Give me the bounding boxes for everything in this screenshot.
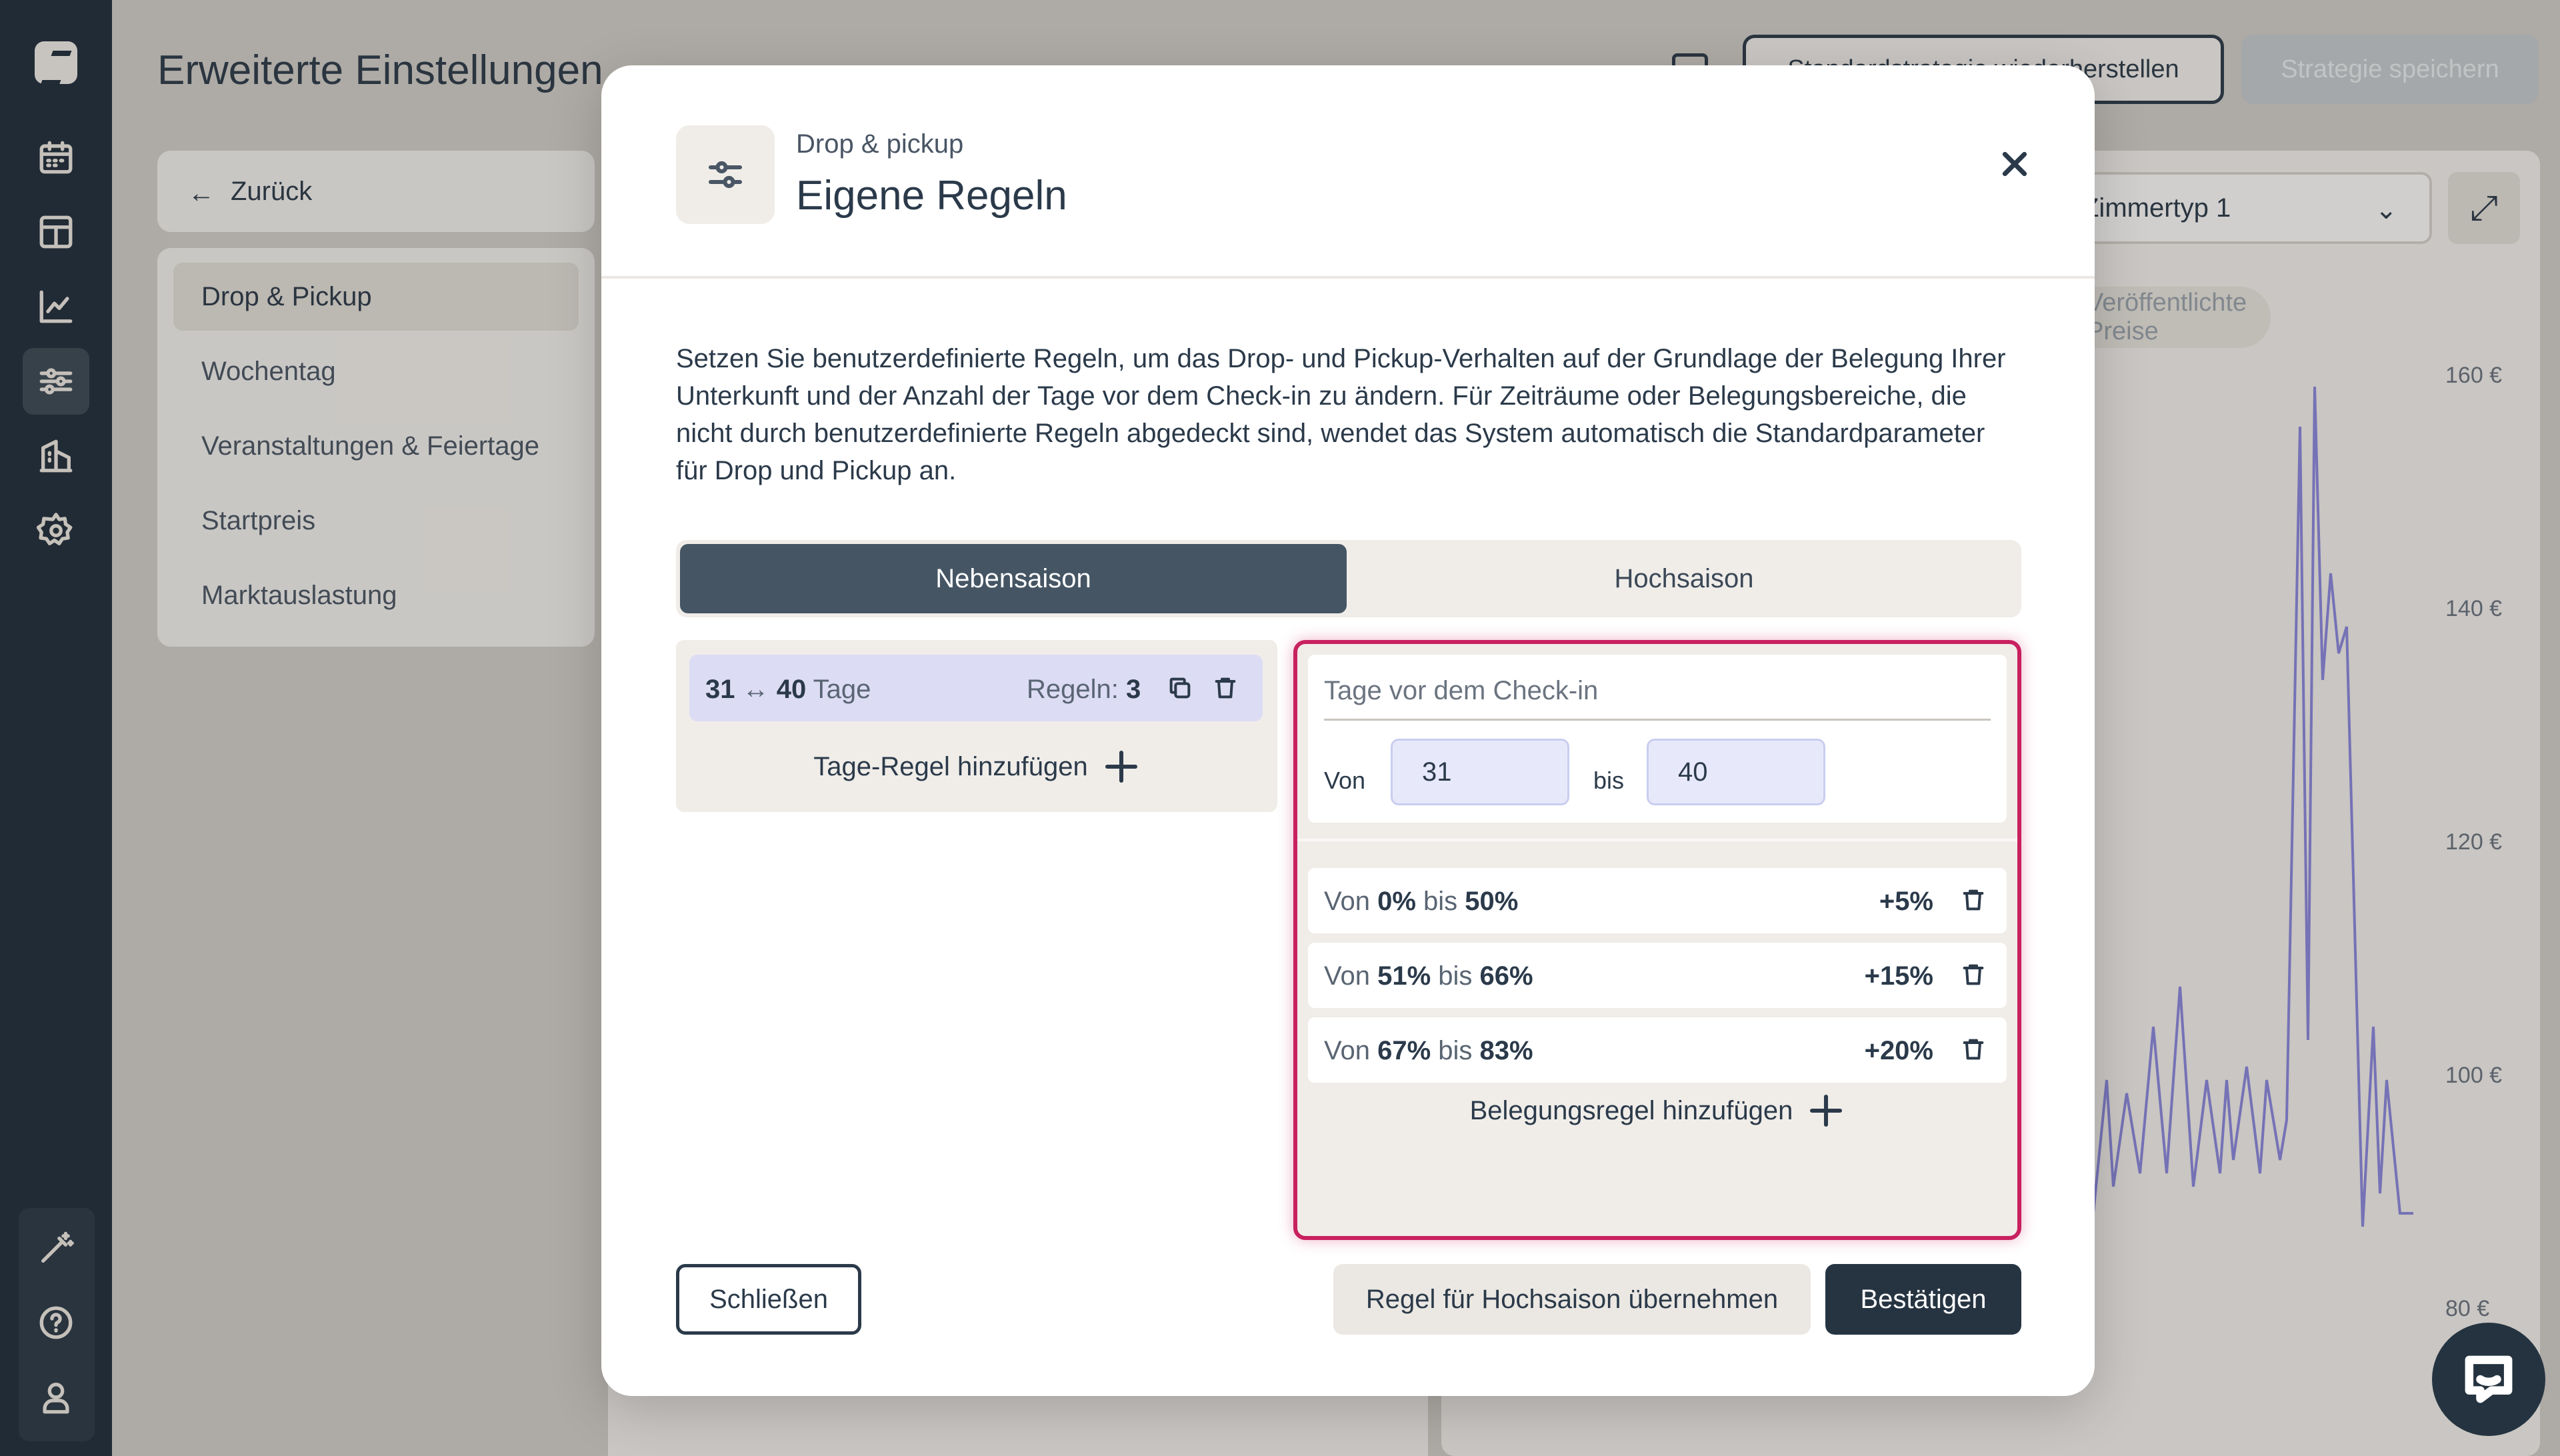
day-rule-from: 31 xyxy=(705,675,735,704)
day-rule-range: 31 ↔ 40 Tage xyxy=(705,675,871,705)
days-before-checkin-box: Tage vor dem Check-in Von 31 bis 40 xyxy=(1308,655,2007,823)
plus-icon xyxy=(1807,1092,1845,1129)
days-to-input[interactable]: 40 xyxy=(1647,739,1825,805)
sliders-icon xyxy=(676,125,775,224)
rules-count: Regeln: 3 xyxy=(1027,675,1141,705)
day-rule-unit: Tage xyxy=(813,675,871,704)
occupancy-rule-row[interactable]: Von 51% bis 66% +15% xyxy=(1308,943,2007,1008)
occupancy-to: 66% xyxy=(1479,961,1533,991)
add-day-rule-label: Tage-Regel hinzufügen xyxy=(813,751,1088,781)
close-icon[interactable] xyxy=(1987,136,2043,192)
occupancy-from: 51% xyxy=(1377,961,1431,991)
occupancy-rule-row[interactable]: Von 0% bis 50% +5% xyxy=(1308,868,2007,933)
tab-off-season[interactable]: Nebensaison xyxy=(680,544,1347,613)
day-rule-to: 40 xyxy=(776,675,807,704)
plus-icon xyxy=(1103,748,1140,785)
occupancy-rule-row[interactable]: Von 67% bis 83% +20% xyxy=(1308,1017,2007,1083)
trash-icon[interactable] xyxy=(1208,671,1243,705)
confirm-button[interactable]: Bestätigen xyxy=(1825,1264,2021,1335)
occupancy-to-label: bis xyxy=(1438,961,1473,991)
occupancy-range: Von 51% bis 66% xyxy=(1324,961,1533,991)
tab-high-season[interactable]: Hochsaison xyxy=(1351,544,2017,613)
add-day-rule-button[interactable]: Tage-Regel hinzufügen xyxy=(676,748,1277,785)
occupancy-from: 67% xyxy=(1377,1036,1431,1065)
add-occupancy-rule-label: Belegungsregel hinzufügen xyxy=(1469,1095,1793,1125)
dialog-title: Eigene Regeln xyxy=(796,173,1067,219)
trash-icon[interactable] xyxy=(1956,1032,1991,1067)
apply-high-season-button[interactable]: Regel für Hochsaison übernehmen xyxy=(1333,1264,1811,1335)
to-label: bis xyxy=(1593,767,1625,794)
occupancy-adjustment: +15% xyxy=(1864,961,1933,991)
occupancy-range: Von 0% bis 50% xyxy=(1324,887,1518,917)
dialog-eyebrow: Drop & pickup xyxy=(796,129,964,159)
occupancy-adjustment: +20% xyxy=(1864,1036,1933,1065)
occupancy-adjustment: +5% xyxy=(1879,887,1933,916)
occupancy-to-label: bis xyxy=(1438,1036,1473,1065)
add-occupancy-rule-button[interactable]: Belegungsregel hinzufügen xyxy=(1297,1092,2017,1129)
chat-help-icon[interactable] xyxy=(2432,1323,2545,1436)
occupancy-range: Von 67% bis 83% xyxy=(1324,1036,1533,1066)
divider xyxy=(1324,719,1991,721)
days-before-checkin-label: Tage vor dem Check-in xyxy=(1324,676,1599,705)
rules-count-label: Regeln: xyxy=(1027,675,1119,704)
rules-count-value: 3 xyxy=(1126,675,1141,704)
trash-icon[interactable] xyxy=(1956,883,1991,917)
divider xyxy=(1297,839,2017,841)
days-from-input[interactable]: 31 xyxy=(1391,739,1569,805)
occupancy-from-label: Von xyxy=(1324,887,1370,916)
occupancy-to-label: bis xyxy=(1423,887,1458,916)
occupancy-to: 50% xyxy=(1465,887,1519,916)
trash-icon[interactable] xyxy=(1956,957,1991,992)
rule-editor-panel: Tage vor dem Check-in Von 31 bis 40 Von … xyxy=(1293,640,2021,1240)
dialog-header: Drop & pickup Eigene Regeln xyxy=(601,65,2095,279)
day-rules-panel: 31 ↔ 40 Tage Regeln: 3 Tage-Regel hinzuf… xyxy=(676,640,1277,812)
range-arrow: ↔ xyxy=(742,675,769,704)
day-rule-row[interactable]: 31 ↔ 40 Tage Regeln: 3 xyxy=(689,655,1263,721)
close-button[interactable]: Schließen xyxy=(676,1264,861,1335)
season-tabs: Nebensaison Hochsaison xyxy=(676,540,2021,617)
occupancy-to: 83% xyxy=(1479,1036,1533,1065)
dialog-description: Setzen Sie benutzerdefinierte Regeln, um… xyxy=(676,344,2006,485)
custom-rules-dialog: Drop & pickup Eigene Regeln Setzen Sie b… xyxy=(601,65,2095,1396)
from-label: Von xyxy=(1324,767,1366,794)
occupancy-from-label: Von xyxy=(1324,1036,1370,1065)
occupancy-from-label: Von xyxy=(1324,961,1370,991)
copy-icon[interactable] xyxy=(1163,671,1197,705)
occupancy-from: 0% xyxy=(1377,887,1416,916)
